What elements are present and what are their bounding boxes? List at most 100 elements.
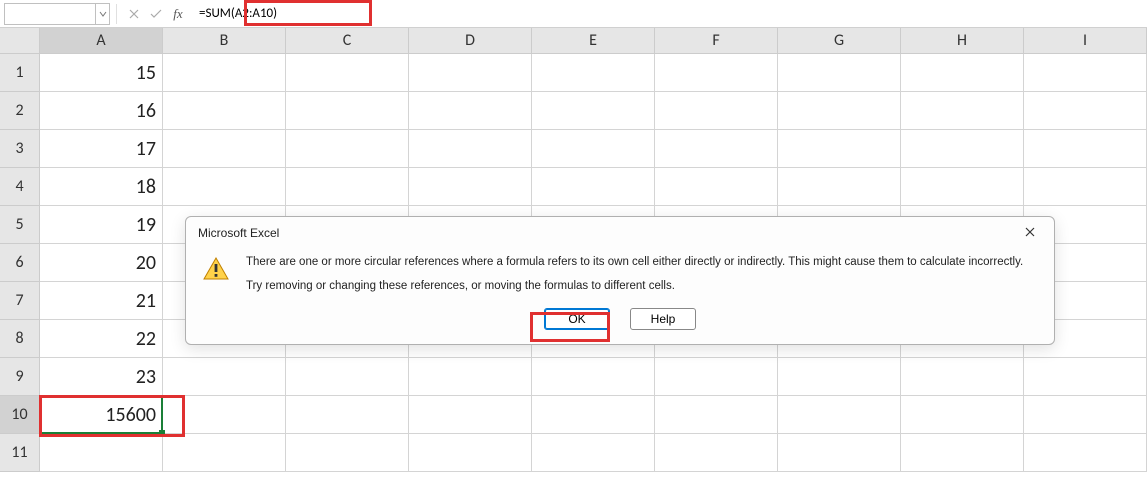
cell-D3[interactable]	[409, 130, 532, 168]
cell-D10[interactable]	[409, 396, 532, 434]
cell-C2[interactable]	[286, 92, 409, 130]
cell-I3[interactable]	[1024, 130, 1147, 168]
cell-I4[interactable]	[1024, 168, 1147, 206]
cell-A4[interactable]: 18	[40, 168, 163, 206]
cell-A9[interactable]: 23	[40, 358, 163, 396]
row-header[interactable]: 9	[0, 358, 40, 396]
name-box-dropdown[interactable]	[96, 3, 110, 25]
row-header[interactable]: 8	[0, 320, 40, 358]
cell-G9[interactable]	[778, 358, 901, 396]
cell-C9[interactable]	[286, 358, 409, 396]
column-header[interactable]: B	[163, 28, 286, 54]
cell-F4[interactable]	[655, 168, 778, 206]
error-dialog: Microsoft Excel There are one or more ci…	[185, 216, 1055, 345]
cell-H1[interactable]	[901, 54, 1024, 92]
row-header[interactable]: 5	[0, 206, 40, 244]
cell-I2[interactable]	[1024, 92, 1147, 130]
row-header[interactable]: 2	[0, 92, 40, 130]
row-header[interactable]: 1	[0, 54, 40, 92]
cell-D11[interactable]	[409, 434, 532, 472]
cell-B9[interactable]	[163, 358, 286, 396]
cell-A6[interactable]: 20	[40, 244, 163, 282]
cell-F2[interactable]	[655, 92, 778, 130]
cell-C1[interactable]	[286, 54, 409, 92]
insert-function-button[interactable]: fx	[167, 3, 189, 25]
cell-H2[interactable]	[901, 92, 1024, 130]
cell-I9[interactable]	[1024, 358, 1147, 396]
cell-C3[interactable]	[286, 130, 409, 168]
cell-D1[interactable]	[409, 54, 532, 92]
cell-G3[interactable]	[778, 130, 901, 168]
cell-E3[interactable]	[532, 130, 655, 168]
cell-H11[interactable]	[901, 434, 1024, 472]
cell-B2[interactable]	[163, 92, 286, 130]
cell-H9[interactable]	[901, 358, 1024, 396]
cell-B10[interactable]	[163, 396, 286, 434]
column-header[interactable]: C	[286, 28, 409, 54]
accept-formula-button[interactable]	[145, 3, 167, 25]
dialog-close-button[interactable]	[1018, 225, 1042, 241]
row-header[interactable]: 6	[0, 244, 40, 282]
formula-input[interactable]	[193, 3, 313, 25]
cell-A3[interactable]: 17	[40, 130, 163, 168]
cell-A5[interactable]: 19	[40, 206, 163, 244]
cell-E2[interactable]	[532, 92, 655, 130]
cell-G2[interactable]	[778, 92, 901, 130]
cell-H4[interactable]	[901, 168, 1024, 206]
cell-C4[interactable]	[286, 168, 409, 206]
cell-I11[interactable]	[1024, 434, 1147, 472]
column-header[interactable]: G	[778, 28, 901, 54]
cell-D4[interactable]	[409, 168, 532, 206]
cell-F9[interactable]	[655, 358, 778, 396]
cell-C11[interactable]	[286, 434, 409, 472]
cell-D9[interactable]	[409, 358, 532, 396]
cell-G4[interactable]	[778, 168, 901, 206]
cell-H10[interactable]	[901, 396, 1024, 434]
cell-E1[interactable]	[532, 54, 655, 92]
cell-A2[interactable]: 16	[40, 92, 163, 130]
cell-F1[interactable]	[655, 54, 778, 92]
cell-C10[interactable]	[286, 396, 409, 434]
name-box[interactable]	[4, 3, 96, 25]
cell-B1[interactable]	[163, 54, 286, 92]
column-header[interactable]: H	[901, 28, 1024, 54]
cell-E11[interactable]	[532, 434, 655, 472]
row-header[interactable]: 11	[0, 434, 40, 472]
cell-F11[interactable]	[655, 434, 778, 472]
cell-B3[interactable]	[163, 130, 286, 168]
row-header[interactable]: 4	[0, 168, 40, 206]
cell-B11[interactable]	[163, 434, 286, 472]
cell-G1[interactable]	[778, 54, 901, 92]
cell-E9[interactable]	[532, 358, 655, 396]
row-header[interactable]: 3	[0, 130, 40, 168]
check-icon	[150, 9, 162, 19]
cell-A11[interactable]	[40, 434, 163, 472]
row-header[interactable]: 7	[0, 282, 40, 320]
cell-D2[interactable]	[409, 92, 532, 130]
cell-A8[interactable]: 22	[40, 320, 163, 358]
column-header[interactable]: A	[40, 28, 163, 54]
cell-G10[interactable]	[778, 396, 901, 434]
cell-I10[interactable]	[1024, 396, 1147, 434]
cell-F10[interactable]	[655, 396, 778, 434]
cell-I1[interactable]	[1024, 54, 1147, 92]
column-header[interactable]: F	[655, 28, 778, 54]
cell-A10[interactable]: 15600	[40, 396, 163, 434]
cell-E10[interactable]	[532, 396, 655, 434]
cell-A7[interactable]: 21	[40, 282, 163, 320]
ok-button[interactable]: OK	[544, 308, 610, 330]
column-header[interactable]: D	[409, 28, 532, 54]
row-header-column: 1 2 3 4 5 6 7 8 9 10 11	[0, 28, 40, 472]
cell-H3[interactable]	[901, 130, 1024, 168]
help-button[interactable]: Help	[630, 308, 696, 330]
column-header[interactable]: I	[1024, 28, 1147, 54]
cancel-formula-button[interactable]	[123, 3, 145, 25]
cell-A1[interactable]: 15	[40, 54, 163, 92]
cell-F3[interactable]	[655, 130, 778, 168]
cell-E4[interactable]	[532, 168, 655, 206]
cell-G11[interactable]	[778, 434, 901, 472]
select-all-corner[interactable]	[0, 28, 40, 54]
row-header[interactable]: 10	[0, 396, 40, 434]
cell-B4[interactable]	[163, 168, 286, 206]
column-header[interactable]: E	[532, 28, 655, 54]
